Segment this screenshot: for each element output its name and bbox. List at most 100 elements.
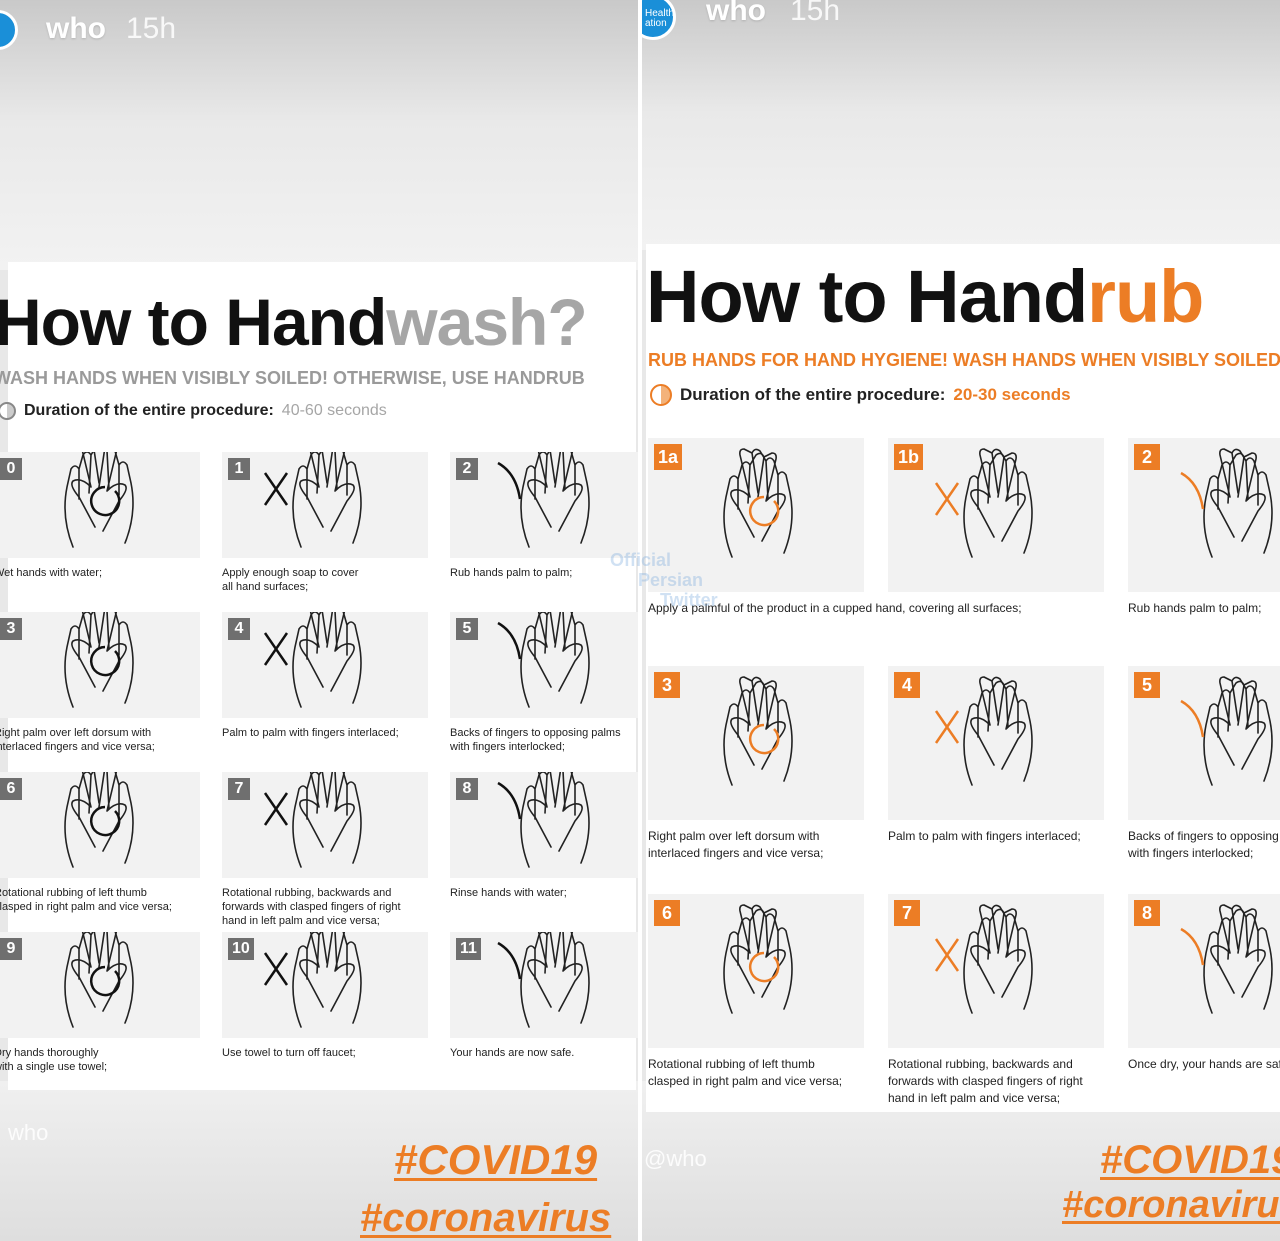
avatar-text: Health ation — [645, 8, 674, 29]
hashtag-coronavirus[interactable]: #coronavirus — [360, 1196, 611, 1241]
step-illustration — [222, 452, 428, 558]
watermark-line: Persian — [638, 570, 704, 590]
step-number-badge: 1 — [228, 458, 250, 480]
step-number-badge: 7 — [228, 778, 250, 800]
step-number-badge: 2 — [456, 458, 478, 480]
hands-illustration — [497, 612, 590, 708]
step-number-badge: 5 — [456, 618, 478, 640]
watermark: Official Persian Twitter — [610, 550, 718, 610]
step-number-badge: 11 — [456, 938, 481, 960]
hands-illustration — [497, 772, 590, 868]
hand-step-4: 4 Palm to palm with fingers interlaced; — [222, 612, 428, 768]
step-number-badge: 3 — [0, 618, 22, 640]
poster-subtitle: RUB HANDS FOR HAND HYGIENE! WASH HANDS W… — [648, 350, 1280, 370]
hands-illustration — [64, 612, 134, 708]
step-illustration — [648, 894, 864, 1048]
step-illustration — [450, 772, 638, 878]
hand-step-1a: 1a Apply a palmful of the product in a cu… — [648, 438, 1022, 642]
story-timestamp: 15h — [126, 12, 177, 45]
hand-step-2: 2 Rub hands palm to palm; — [1128, 438, 1280, 642]
step-caption: Right palm over left dorsum with interla… — [0, 727, 155, 753]
story-username[interactable]: who — [706, 0, 766, 28]
hand-step-4: 4 Palm to palm with fingers interlaced; — [888, 666, 1104, 870]
step-caption: Wet hands with water; — [0, 567, 103, 579]
duration-label: Duration of the entire procedure: — [24, 402, 274, 419]
step-number-badge: 7 — [894, 900, 920, 926]
clock-icon — [0, 402, 16, 420]
hand-step-1b: 1b — [888, 438, 1104, 642]
hand-step-8: 8 Rinse hands with water; — [450, 772, 638, 928]
hand-step-1: 1 Apply enough soap to cover all hand sur… — [222, 452, 428, 608]
step-caption: Apply enough soap to cover all hand surf… — [222, 567, 359, 593]
step-number-badge: 10 — [228, 938, 254, 960]
step-number-badge: 9 — [0, 938, 22, 960]
step-number-badge: 2 — [1134, 444, 1160, 470]
hands-illustration — [263, 452, 362, 548]
poster-subtitle: WASH HANDS WHEN VISIBLY SOILED! OTHERWIS… — [0, 368, 585, 388]
step-illustration — [450, 612, 638, 718]
hand-step-7: 7 Rotational rubbing, backwards and forwa… — [222, 772, 428, 928]
poster-title-main: How to Hand — [646, 255, 1088, 338]
step-number-badge: 6 — [0, 778, 22, 800]
hand-step-5: 5 Backs of fingers to opposing palms with… — [450, 612, 638, 768]
duration-line: Duration of the entire procedure: 20-30 … — [650, 384, 1071, 406]
hand-step-11: 11 Your hands are now safe. — [450, 932, 638, 1088]
duration-value: 40-60 seconds — [281, 402, 387, 419]
hashtag-covid19[interactable]: #COVID19 — [394, 1136, 597, 1184]
poster-title-accent: wash? — [386, 285, 587, 359]
step-number-badge: 4 — [894, 672, 920, 698]
hashtag-covid19[interactable]: #COVID19 — [1100, 1138, 1280, 1183]
hands-illustration — [263, 612, 362, 708]
hand-step-7: 7 Rotational rubbing, backwards and forwa… — [888, 894, 1104, 1105]
step-illustration — [888, 666, 1104, 820]
story-panel-handrub[interactable]: Health ation who 15h How to Handrub RUB … — [642, 0, 1280, 1241]
hands-illustration — [64, 932, 134, 1028]
hand-step-5: 5 Backs of fingers to opposing palms with… — [1128, 666, 1280, 870]
step-caption: Rinse hands with water; — [450, 887, 567, 899]
watermark-line: Twitter — [660, 590, 718, 610]
step-illustration — [222, 772, 428, 878]
step-caption: Rotational rubbing, backwards and forwar… — [888, 1057, 1083, 1105]
hands-illustration — [723, 676, 793, 786]
step-number-badge: 1a — [654, 444, 683, 470]
step-illustration — [0, 612, 200, 718]
step-illustration — [648, 666, 864, 820]
step-number-badge: 5 — [1134, 672, 1160, 698]
hand-step-6: 6 Rotational rubbing of left thumb claspe… — [648, 894, 864, 1098]
hands-illustration — [64, 452, 134, 548]
duration-label: Duration of the entire procedure: — [680, 385, 946, 404]
handwash-poster: How to Handwash? WASH HANDS WHEN VISIBLY… — [0, 262, 638, 1090]
step-caption: Rotational rubbing of left thumb clasped… — [0, 887, 172, 913]
hands-illustration — [934, 904, 1033, 1014]
step-caption: Rub hands palm to palm; — [1128, 601, 1262, 615]
story-username[interactable]: who — [46, 12, 106, 46]
handrub-poster: How to Handrub RUB HANDS FOR HAND HYGIEN… — [646, 244, 1280, 1112]
hand-step-3: 3 Right palm over left dorsum with interl… — [0, 612, 200, 768]
step-caption: Right palm over left dorsum with interla… — [648, 829, 824, 860]
step-caption: Rotational rubbing, backwards and forwar… — [222, 887, 401, 927]
watermark-line: Official — [610, 550, 672, 570]
step-number-badge: 0 — [0, 458, 22, 480]
hands-illustration — [723, 904, 793, 1014]
hand-step-0: 0 Wet hands with water; — [0, 452, 200, 608]
hands-illustration — [263, 772, 362, 868]
story-panel-handwash[interactable]: who 15h How to Handwash? WASH HANDS WHEN… — [0, 0, 638, 1241]
step-caption: Your hands are now safe. — [450, 1047, 575, 1059]
duration-value: 20-30 seconds — [953, 385, 1071, 404]
step-illustration — [0, 772, 200, 878]
step-number-badge: 8 — [1134, 900, 1160, 926]
step-caption: Use towel to turn off faucet; — [222, 1047, 356, 1059]
hand-step-9: 9 Dry hands thoroughly with a single use … — [0, 932, 200, 1088]
hashtag-coronavirus[interactable]: #coronavirus — [1062, 1184, 1280, 1227]
hand-step-3: 3 Right palm over left dorsum with interl… — [648, 666, 864, 870]
step-caption: Dry hands thoroughly with a single use t… — [0, 1047, 108, 1073]
step-caption: Rotational rubbing of left thumb clasped… — [648, 1057, 843, 1088]
step-caption: Once dry, your hands are safe. — [1128, 1057, 1280, 1071]
step-caption: Palm to palm with fingers interlaced; — [222, 727, 399, 739]
hand-step-6: 6 Rotational rubbing of left thumb claspe… — [0, 772, 200, 928]
story-top-gradient — [642, 0, 1280, 250]
step-number-badge: 3 — [654, 672, 680, 698]
step-illustration — [0, 932, 200, 1038]
clock-icon — [650, 384, 672, 406]
step-number-badge: 1b — [894, 444, 924, 470]
